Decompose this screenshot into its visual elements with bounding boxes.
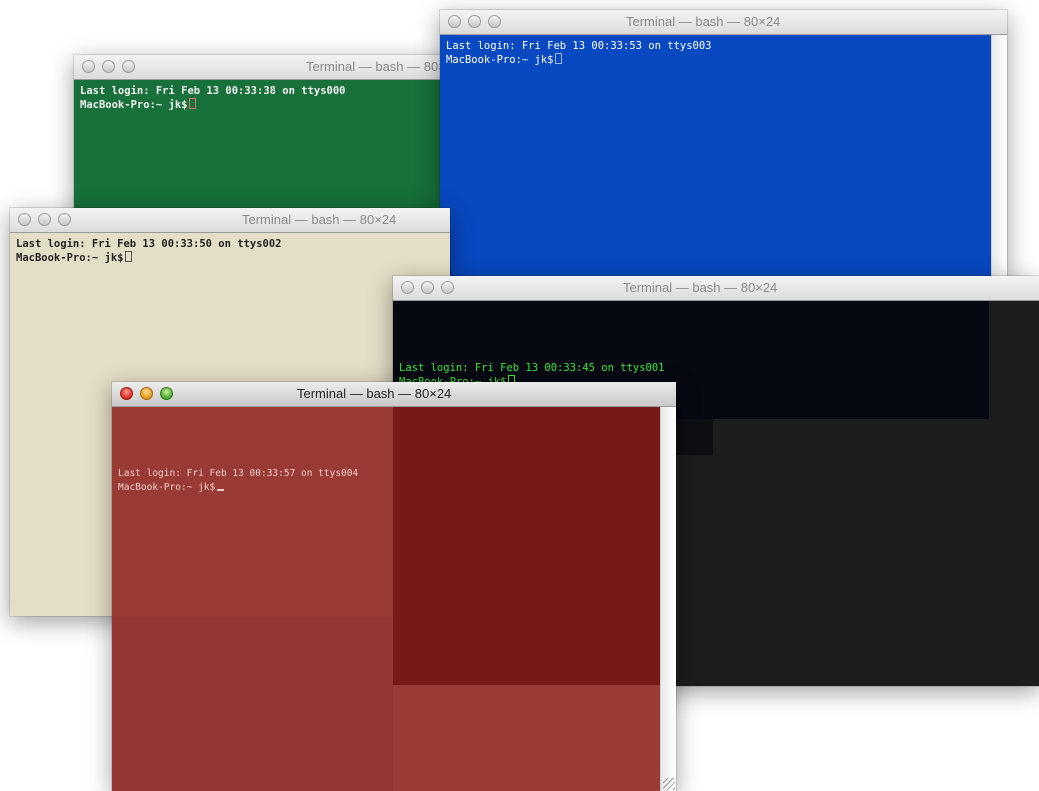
terminal-window-green[interactable]: Terminal — bash — 80×24 Last login: Fri …	[74, 55, 454, 220]
vertical-scrollbar[interactable]	[660, 407, 676, 791]
terminal-window-red[interactable]: Terminal — bash — 80×24 Last login: Fri …	[112, 382, 676, 791]
window-titlebar[interactable]: Terminal — bash — 80×24	[393, 276, 1039, 301]
window-title: Terminal — bash — 80×24	[623, 280, 778, 295]
minimize-button-icon[interactable]	[102, 60, 115, 73]
window-title: Terminal — bash — 80×24	[297, 386, 452, 401]
window-controls	[82, 60, 142, 74]
minimize-button-icon[interactable]	[421, 281, 434, 294]
text-cursor-icon	[189, 98, 197, 109]
text-cursor-icon	[555, 53, 563, 64]
terminal-output[interactable]: Last login: Fri Feb 13 00:33:38 on ttys0…	[74, 80, 454, 220]
window-controls	[401, 281, 461, 295]
terminal-output[interactable]: Last login: Fri Feb 13 00:33:53 on ttys0…	[440, 35, 991, 282]
window-titlebar[interactable]: Terminal — bash — 80×24	[112, 382, 676, 407]
close-button-icon[interactable]	[401, 281, 414, 294]
shell-prompt: MacBook-Pro:~ jk$	[16, 252, 124, 264]
window-titlebar[interactable]: Terminal — bash — 80×24	[440, 10, 1007, 35]
window-controls	[18, 213, 78, 227]
vertical-scrollbar[interactable]	[991, 35, 1007, 282]
resize-grip-icon[interactable]	[663, 778, 675, 790]
zoom-button-icon[interactable]	[122, 60, 135, 73]
shell-prompt: MacBook-Pro:~ jk$	[446, 54, 554, 66]
close-button-icon[interactable]	[18, 213, 31, 226]
close-button-icon[interactable]	[448, 15, 461, 28]
window-title: Terminal — bash — 80×24	[626, 14, 781, 29]
terminal-output[interactable]: Last login: Fri Feb 13 00:33:57 on ttys0…	[112, 407, 660, 791]
shell-prompt: MacBook-Pro:~ jk$	[118, 482, 216, 493]
minimize-button-icon[interactable]	[140, 387, 153, 400]
zoom-button-icon[interactable]	[441, 281, 454, 294]
text-cursor-icon	[217, 481, 225, 491]
last-login-line: Last login: Fri Feb 13 00:33:45 on ttys0…	[399, 362, 665, 374]
window-title: Terminal — bash — 80×24	[242, 212, 397, 227]
close-button-icon[interactable]	[82, 60, 95, 73]
close-button-icon[interactable]	[120, 387, 133, 400]
last-login-line: Last login: Fri Feb 13 00:33:50 on ttys0…	[16, 238, 282, 250]
zoom-button-icon[interactable]	[58, 213, 71, 226]
text-cursor-icon	[125, 251, 133, 262]
zoom-button-icon[interactable]	[488, 15, 501, 28]
window-controls	[448, 15, 508, 29]
background-window-bleed	[112, 617, 393, 791]
minimize-button-icon[interactable]	[468, 15, 481, 28]
background-window-bleed	[393, 407, 660, 685]
window-titlebar[interactable]: Terminal — bash — 80×24	[74, 55, 454, 80]
shell-prompt: MacBook-Pro:~ jk$	[80, 99, 188, 111]
last-login-line: Last login: Fri Feb 13 00:33:38 on ttys0…	[80, 85, 346, 97]
window-title: Terminal — bash — 80×24	[306, 59, 454, 74]
minimize-button-icon[interactable]	[38, 213, 51, 226]
last-login-line: Last login: Fri Feb 13 00:33:57 on ttys0…	[118, 468, 359, 479]
window-titlebar[interactable]: Terminal — bash — 80×24	[10, 208, 450, 233]
window-controls	[120, 387, 180, 401]
last-login-line: Last login: Fri Feb 13 00:33:53 on ttys0…	[446, 40, 712, 52]
zoom-button-icon[interactable]	[160, 387, 173, 400]
terminal-window-blue[interactable]: Terminal — bash — 80×24 Last login: Fri …	[440, 10, 1007, 282]
